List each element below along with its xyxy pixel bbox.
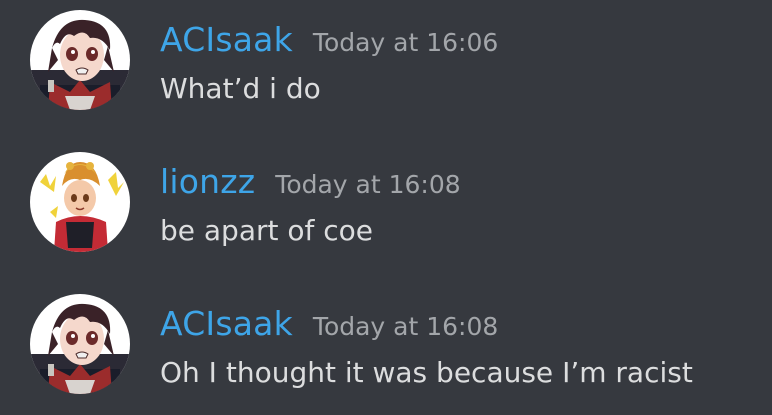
anime-boy-avatar-icon[interactable] (30, 294, 130, 394)
chat-message-list: ACIsaak Today at 16:06 What’d i do lionz… (0, 0, 772, 415)
message-timestamp[interactable]: Today at 16:06 (313, 28, 498, 57)
lion-hat-character-avatar-icon[interactable] (30, 152, 130, 252)
message-content: What’d i do (160, 72, 321, 105)
chat-message: lionzz Today at 16:08 be apart of coe (0, 142, 772, 262)
message-header: ACIsaak Today at 16:08 (160, 304, 498, 343)
message-author[interactable]: lionzz (160, 162, 255, 201)
message-content: Oh I thought it was because I’m racist (160, 356, 693, 389)
anime-boy-avatar-icon[interactable] (30, 10, 130, 110)
message-author[interactable]: ACIsaak (160, 304, 293, 343)
message-author[interactable]: ACIsaak (160, 20, 293, 59)
message-header: ACIsaak Today at 16:06 (160, 20, 498, 59)
chat-message: ACIsaak Today at 16:06 What’d i do (0, 0, 772, 120)
message-header: lionzz Today at 16:08 (160, 162, 461, 201)
message-content: be apart of coe (160, 214, 374, 247)
message-timestamp[interactable]: Today at 16:08 (275, 170, 460, 199)
chat-message: ACIsaak Today at 16:08 Oh I thought it w… (0, 284, 772, 404)
message-timestamp[interactable]: Today at 16:08 (313, 312, 498, 341)
